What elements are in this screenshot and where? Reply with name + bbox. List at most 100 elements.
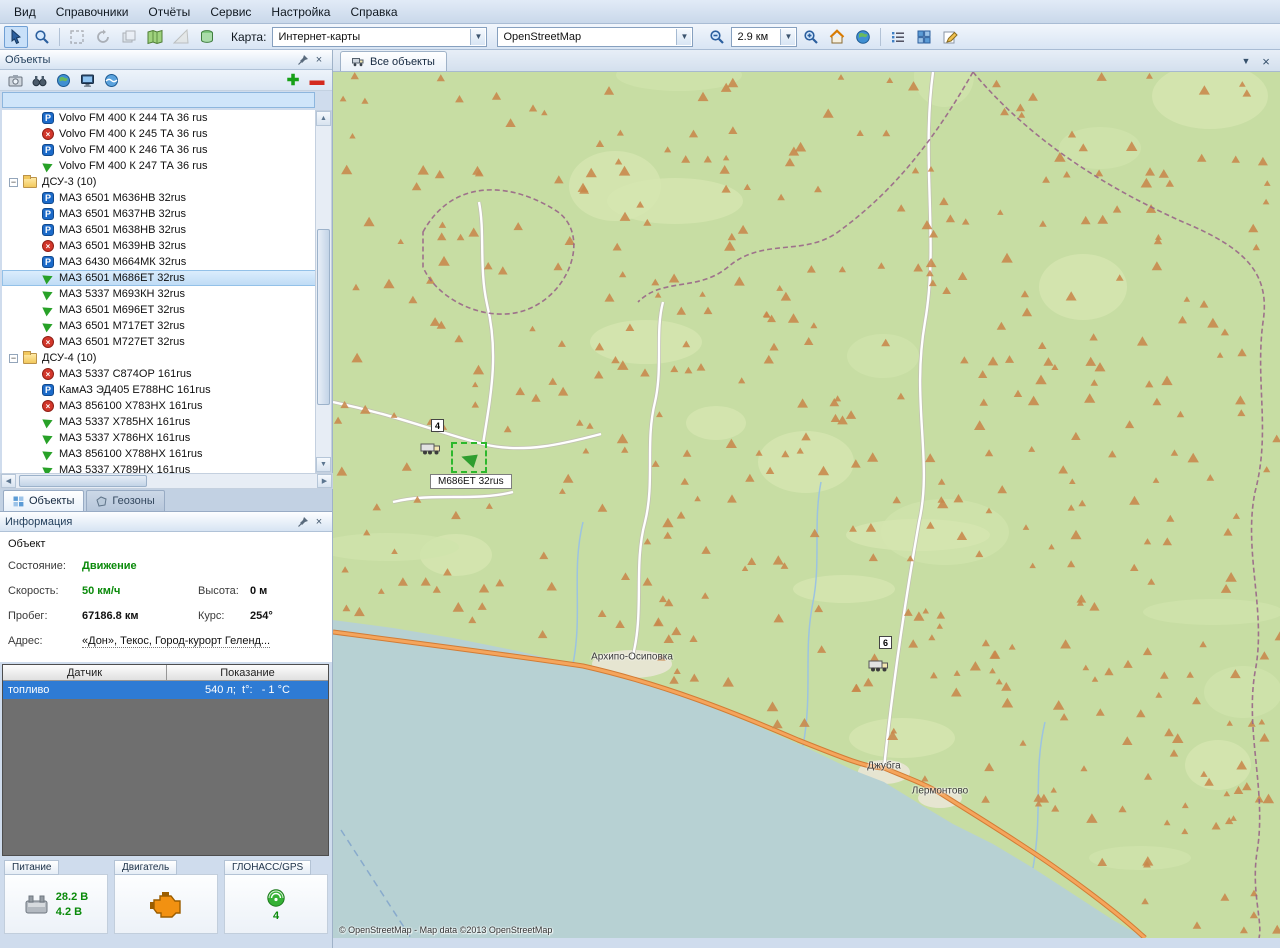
tree-item[interactable]: ×МАЗ 856100 Х783НХ 161rus bbox=[2, 398, 316, 414]
collapse-icon[interactable]: − bbox=[9, 178, 18, 187]
show-on-map-button[interactable] bbox=[53, 71, 73, 89]
selected-vehicle-marker[interactable] bbox=[451, 442, 487, 473]
menu-item-directories[interactable]: Справочники bbox=[46, 2, 139, 22]
photo-button[interactable] bbox=[5, 71, 25, 89]
tab-all-objects-label: Все объекты bbox=[370, 56, 435, 68]
tree-item[interactable]: PМАЗ 6501 М638НВ 32rus bbox=[2, 222, 316, 238]
collapse-icon[interactable]: − bbox=[9, 354, 18, 363]
track-on-map-button[interactable] bbox=[101, 71, 121, 89]
tree-item[interactable]: ×МАЗ 5337 С874ОР 161rus bbox=[2, 366, 316, 382]
add-object-button[interactable]: ✚ bbox=[283, 71, 303, 89]
zoom-out-button[interactable] bbox=[705, 26, 729, 48]
tree-item[interactable]: МАЗ 856100 Х788НХ 161rus bbox=[2, 446, 316, 462]
tree-item-label: МАЗ 6501 М638НВ 32rus bbox=[59, 224, 186, 236]
sensor-value: 540 л; t°: - 1 °С bbox=[167, 681, 328, 699]
tab-geozones[interactable]: Геозоны bbox=[86, 490, 164, 511]
objects-tab-icon bbox=[13, 496, 24, 507]
tree-item-label: МАЗ 6501 М727ЕТ 32rus bbox=[59, 336, 185, 348]
menu-item-help[interactable]: Справка bbox=[340, 2, 407, 22]
scroll-down-button[interactable]: ▼ bbox=[316, 457, 331, 472]
vertical-scrollbar[interactable]: ▲ ▼ bbox=[315, 110, 332, 473]
zoom-tool-button[interactable] bbox=[30, 26, 54, 48]
moving-status-icon bbox=[42, 416, 54, 428]
tree-item[interactable]: PМАЗ 6430 М664МК 32rus bbox=[2, 254, 316, 270]
tree-item-label: МАЗ 5337 Х786НХ 161rus bbox=[59, 432, 190, 444]
tiles-button[interactable] bbox=[912, 26, 936, 48]
list-button[interactable] bbox=[886, 26, 910, 48]
menu-item-view[interactable]: Вид bbox=[4, 2, 46, 22]
map-provider-value: OpenStreetMap bbox=[503, 31, 581, 43]
height-value: 0 м bbox=[250, 585, 267, 597]
scroll-up-button[interactable]: ▲ bbox=[316, 111, 331, 126]
tree-item[interactable]: PМАЗ 6501 М636НВ 32rus bbox=[2, 190, 316, 206]
tree-folder[interactable]: −ДСУ-4 (10) bbox=[2, 350, 316, 366]
vscroll-thumb[interactable] bbox=[317, 229, 330, 405]
tree-item[interactable]: МАЗ 5337 Х789НХ 161rus bbox=[2, 462, 316, 473]
map-card-button[interactable] bbox=[143, 26, 167, 48]
chevron-down-icon: ▼ bbox=[470, 29, 485, 45]
tree-item[interactable]: ×МАЗ 6501 М727ЕТ 32rus bbox=[2, 334, 316, 350]
geozones-tab-icon bbox=[96, 496, 107, 507]
select-tool-button[interactable] bbox=[4, 26, 28, 48]
refresh-icon bbox=[95, 29, 111, 45]
monitor-button[interactable] bbox=[77, 71, 97, 89]
tree-folder[interactable]: −ДСУ-3 (10) bbox=[2, 174, 316, 190]
menu-item-settings[interactable]: Настройка bbox=[261, 2, 340, 22]
scale-select[interactable]: 2.9 км ▼ bbox=[731, 27, 797, 47]
left-sidebar: Объекты × ✚ ▬ bbox=[0, 50, 333, 948]
pin-icon[interactable] bbox=[295, 515, 311, 529]
tree-item[interactable]: МАЗ 6501 М686ЕТ 32rus bbox=[2, 270, 316, 286]
map-canvas[interactable]: 46М686ЕТ 32rusАрхипо-ОсиповкаДжубгаЛермо… bbox=[333, 72, 1280, 938]
home-button[interactable] bbox=[825, 26, 849, 48]
tree-item-label: МАЗ 6501 М686ЕТ 32rus bbox=[59, 272, 185, 284]
tree-item[interactable]: PVolvo FM 400 К 244 ТА 36 rus bbox=[2, 110, 316, 126]
scroll-right-button[interactable]: ▶ bbox=[317, 474, 332, 488]
tree-item[interactable]: МАЗ 6501 М717ЕТ 32rus bbox=[2, 318, 316, 334]
menu-item-service[interactable]: Сервис bbox=[200, 2, 261, 22]
vehicle-marker[interactable]: 4 bbox=[420, 440, 442, 456]
objects-filter-input[interactable] bbox=[2, 92, 315, 108]
edit-button[interactable] bbox=[938, 26, 962, 48]
find-object-button[interactable] bbox=[29, 71, 49, 89]
tree-item[interactable]: ×МАЗ 6501 М639НВ 32rus bbox=[2, 238, 316, 254]
close-map-tab-button[interactable]: × bbox=[1258, 53, 1274, 69]
toolbar-separator bbox=[880, 28, 881, 46]
scroll-left-button[interactable]: ◀ bbox=[1, 474, 16, 488]
tree-item-label: МАЗ 5337 Х789НХ 161rus bbox=[59, 464, 190, 473]
vehicle-tooltip: М686ЕТ 32rus bbox=[430, 474, 512, 489]
parking-status-icon: P bbox=[42, 256, 54, 268]
horizontal-scrollbar[interactable]: ◀ ▶ bbox=[0, 473, 333, 489]
tree-item[interactable]: Volvo FM 400 К 247 ТА 36 rus bbox=[2, 158, 316, 174]
tree-item[interactable]: ×Volvo FM 400 К 245 ТА 36 rus bbox=[2, 126, 316, 142]
tree-item[interactable]: МАЗ 5337 Х785НХ 161rus bbox=[2, 414, 316, 430]
zoom-in-button[interactable] bbox=[799, 26, 823, 48]
sensor-row-fuel[interactable]: топливо 540 л; t°: - 1 °С bbox=[3, 681, 328, 699]
hscroll-thumb[interactable] bbox=[19, 475, 147, 487]
tree-item[interactable]: PVolvo FM 400 К 246 ТА 36 rus bbox=[2, 142, 316, 158]
export-button[interactable] bbox=[195, 26, 219, 48]
tree-item[interactable]: МАЗ 5337 М693КН 32rus bbox=[2, 286, 316, 302]
tiles-icon bbox=[916, 29, 932, 45]
tree-item-label: МАЗ 5337 М693КН 32rus bbox=[59, 288, 185, 300]
tree-item[interactable]: PКамАЗ ЭД405 Е788НС 161rus bbox=[2, 382, 316, 398]
map-provider-select[interactable]: OpenStreetMap ▼ bbox=[497, 27, 693, 47]
close-info-panel-button[interactable]: × bbox=[311, 515, 327, 529]
vehicle-marker[interactable]: 6 bbox=[868, 657, 890, 673]
nosignal-status-icon: × bbox=[42, 400, 54, 412]
remove-object-button[interactable]: ▬ bbox=[307, 71, 327, 89]
menu-item-reports[interactable]: Отчёты bbox=[138, 2, 200, 22]
tab-list-dropdown-button[interactable]: ▼ bbox=[1238, 53, 1254, 69]
tree-item[interactable]: МАЗ 6501 М696ЕТ 32rus bbox=[2, 302, 316, 318]
tab-objects[interactable]: Объекты bbox=[3, 490, 84, 511]
truck-tab-icon bbox=[352, 57, 364, 67]
tree-item[interactable]: МАЗ 5337 Х786НХ 161rus bbox=[2, 430, 316, 446]
map-source-select[interactable]: Интернет-карты ▼ bbox=[272, 27, 487, 47]
pin-icon[interactable] bbox=[295, 53, 311, 67]
tree-item[interactable]: PМАЗ 6501 М637НВ 32rus bbox=[2, 206, 316, 222]
moving-status-icon bbox=[42, 320, 54, 332]
globe-button[interactable] bbox=[851, 26, 875, 48]
tab-all-objects[interactable]: Все объекты bbox=[340, 51, 447, 71]
satellite-icon bbox=[265, 887, 287, 909]
backup-voltage-value: 4.2 В bbox=[56, 906, 88, 918]
close-objects-panel-button[interactable]: × bbox=[311, 53, 327, 67]
